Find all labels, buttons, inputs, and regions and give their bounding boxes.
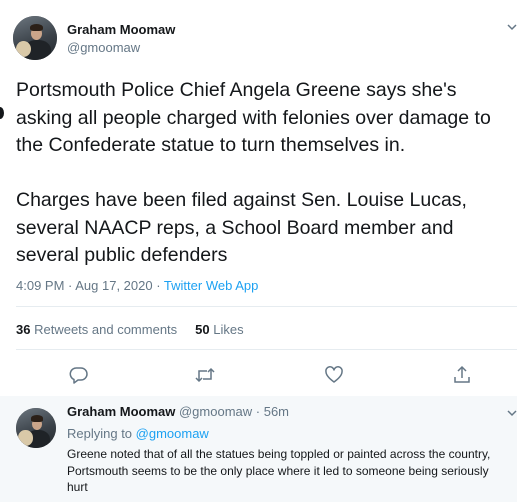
heart-icon	[325, 366, 343, 383]
tweet-timestamp[interactable]: 4:09 PM · Aug 17, 2020 ·	[16, 278, 164, 293]
author-name[interactable]: Graham Moomaw	[67, 22, 175, 37]
share-icon	[454, 365, 470, 383]
likes-stat[interactable]: 50 Likes	[195, 322, 243, 337]
reply-author-name[interactable]: Graham Moomaw	[67, 404, 175, 419]
retweets-label: Retweets and comments	[34, 322, 178, 337]
tweet-meta: 4:09 PM · Aug 17, 2020 · Twitter Web App	[16, 278, 258, 293]
avatar[interactable]	[13, 16, 57, 60]
reply-text: Greene noted that of all the statues bei…	[67, 447, 491, 494]
like-button[interactable]	[321, 362, 347, 388]
reply-author-handle[interactable]: @gmoomaw	[179, 404, 252, 419]
replying-to-handle[interactable]: @gmoomaw	[136, 426, 209, 441]
retweet-icon	[195, 367, 215, 383]
retweets-stat[interactable]: 36 Retweets and comments	[16, 322, 177, 337]
author-handle[interactable]: @gmoomaw	[67, 40, 140, 55]
reply-tweet[interactable]: Graham Moomaw @gmoomaw · 56m Replying to…	[0, 396, 517, 502]
tweet-text: Portsmouth Police Chief Angela Greene sa…	[16, 79, 491, 266]
reply-icon	[69, 367, 88, 384]
tweet-source-app[interactable]: Twitter Web App	[164, 278, 258, 293]
avatar[interactable]	[16, 408, 56, 448]
replying-to-label: Replying to	[67, 426, 136, 441]
retweets-count: 36	[16, 322, 31, 337]
likes-count: 50	[195, 322, 210, 337]
divider	[16, 349, 517, 350]
tweet-stats: 36 Retweets and comments 50 Likes	[16, 322, 244, 337]
edge-marker	[0, 107, 4, 119]
retweet-button[interactable]	[192, 362, 218, 388]
reply-button[interactable]	[66, 362, 92, 388]
replying-to: Replying to @gmoomaw	[67, 426, 209, 441]
tweet-actions	[0, 362, 517, 388]
divider	[16, 306, 517, 307]
reply-time[interactable]: 56m	[264, 404, 289, 419]
chevron-down-icon[interactable]	[507, 22, 517, 32]
likes-label: Likes	[213, 322, 244, 337]
reply-header: Graham Moomaw @gmoomaw · 56m	[67, 404, 289, 419]
separator: ·	[252, 404, 264, 419]
share-button[interactable]	[449, 362, 475, 388]
chevron-down-icon[interactable]	[507, 408, 517, 418]
main-tweet: Graham Moomaw @gmoomaw Portsmouth Police…	[0, 0, 517, 395]
